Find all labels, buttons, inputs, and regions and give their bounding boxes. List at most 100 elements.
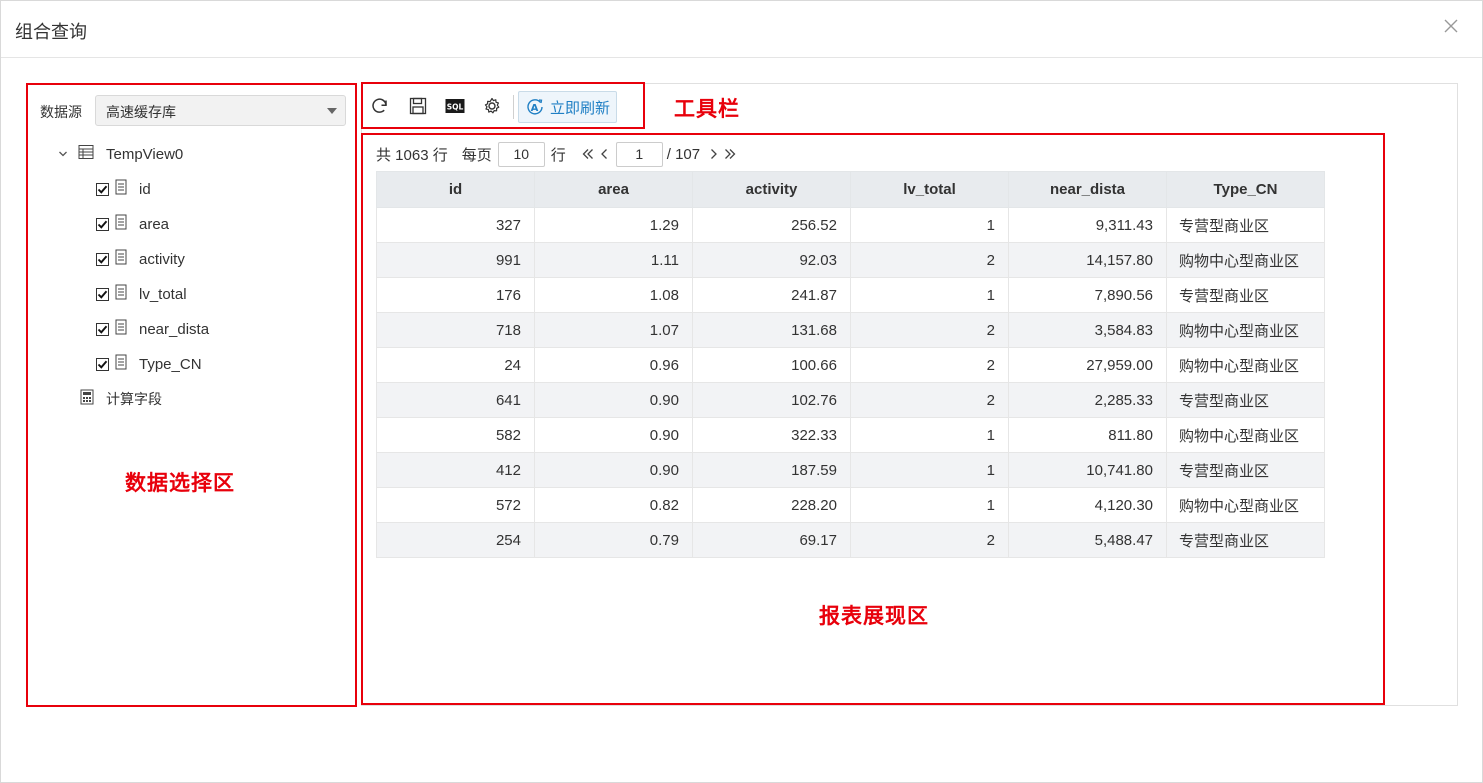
table-cell: 购物中心型商业区	[1166, 242, 1325, 278]
table-cell: 2	[850, 382, 1009, 418]
table-row[interactable]: 254 0.79 69.17 2 5,488.47 专营型商业区	[376, 522, 1325, 558]
table-row[interactable]: 641 0.90 102.76 2 2,285.33 专营型商业区	[376, 382, 1325, 418]
tree-field-id[interactable]: id	[96, 177, 151, 201]
table-cell: 322.33	[692, 417, 851, 453]
table-cell: 1.08	[534, 277, 693, 313]
gear-icon[interactable]	[482, 96, 502, 116]
table-cell: 专营型商业区	[1166, 277, 1325, 313]
tree-field-area[interactable]: area	[96, 212, 169, 236]
column-header-lv-total[interactable]: lv_total	[850, 171, 1009, 208]
table-cell: 0.90	[534, 417, 693, 453]
total-pages-label: / 107	[666, 145, 701, 163]
prev-page-icon[interactable]	[596, 144, 612, 164]
column-header-activity[interactable]: activity	[692, 171, 851, 208]
table-cell: 4,120.30	[1008, 487, 1167, 523]
datasource-select[interactable]: 高速缓存库	[95, 95, 346, 126]
table-cell: 专营型商业区	[1166, 452, 1325, 488]
chevron-down-icon	[327, 108, 337, 114]
toolbar: SQL A 立即刷新	[361, 82, 645, 129]
refresh-now-label: 立即刷新	[550, 99, 611, 117]
table-row[interactable]: 24 0.96 100.66 2 27,959.00 购物中心型商业区	[376, 347, 1325, 383]
current-page-input[interactable]	[615, 141, 663, 167]
datasource-selected-value: 高速缓存库	[106, 104, 176, 120]
table-cell: 2,285.33	[1008, 382, 1167, 418]
table-row[interactable]: 327 1.29 256.52 1 9,311.43 专营型商业区	[376, 207, 1325, 243]
field-label: Type_CN	[139, 355, 202, 373]
annotation-report: 报表展现区	[819, 605, 929, 628]
table-cell: 14,157.80	[1008, 242, 1167, 278]
table-cell: 专营型商业区	[1166, 382, 1325, 418]
table-cell: 582	[376, 417, 535, 453]
table-header-row: id area activity lv_total near_dista Typ…	[376, 171, 1325, 208]
table-cell: 102.76	[692, 382, 851, 418]
field-checkbox[interactable]	[96, 217, 109, 231]
table-cell: 1	[850, 277, 1009, 313]
table-cell: 0.90	[534, 382, 693, 418]
field-checkbox[interactable]	[96, 252, 109, 266]
field-checkbox[interactable]	[96, 287, 109, 301]
field-label: id	[139, 180, 151, 198]
refresh-now-button[interactable]: A 立即刷新	[518, 91, 617, 123]
field-checkbox[interactable]	[96, 322, 109, 336]
combined-query-dialog: 组合查询 数据源 高速缓存库 TempView0 id area activit…	[0, 0, 1483, 783]
table-cell: 641	[376, 382, 535, 418]
next-page-icon[interactable]	[706, 144, 722, 164]
table-cell: 327	[376, 207, 535, 243]
result-table: id area activity lv_total near_dista Typ…	[376, 171, 1325, 558]
field-label: near_dista	[139, 320, 210, 338]
close-icon[interactable]	[1440, 15, 1462, 37]
tree-field-near-dista[interactable]: near_dista	[96, 317, 209, 341]
table-cell: 购物中心型商业区	[1166, 487, 1325, 523]
first-page-icon[interactable]	[580, 144, 596, 164]
total-rows-label: 共 1063 行	[376, 146, 448, 164]
field-icon	[115, 319, 127, 339]
column-header-area[interactable]: area	[534, 171, 693, 208]
table-cell: 0.90	[534, 452, 693, 488]
tree-field-activity[interactable]: activity	[96, 247, 185, 271]
column-header-type-cn[interactable]: Type_CN	[1166, 171, 1325, 208]
tree-field-type-cn[interactable]: Type_CN	[96, 352, 202, 376]
chevron-down-icon[interactable]	[56, 147, 70, 161]
row-unit-label: 行	[550, 146, 566, 164]
table-cell: 176	[376, 277, 535, 313]
annotation-toolbar: 工具栏	[674, 98, 740, 121]
table-cell: 1.11	[534, 242, 693, 278]
table-row[interactable]: 572 0.82 228.20 1 4,120.30 购物中心型商业区	[376, 487, 1325, 523]
datasource-label: 数据源	[40, 104, 82, 120]
table-cell: 1.29	[534, 207, 693, 243]
table-row[interactable]: 582 0.90 322.33 1 811.80 购物中心型商业区	[376, 417, 1325, 453]
refresh-icon[interactable]	[370, 96, 390, 116]
table-cell: 0.96	[534, 347, 693, 383]
column-header-id[interactable]: id	[376, 171, 535, 208]
svg-text:SQL: SQL	[447, 103, 464, 112]
field-checkbox[interactable]	[96, 182, 109, 196]
table-cell: 购物中心型商业区	[1166, 347, 1325, 383]
table-cell: 572	[376, 487, 535, 523]
field-icon	[115, 249, 127, 269]
tree-field-lv-total[interactable]: lv_total	[96, 282, 187, 306]
table-row[interactable]: 412 0.90 187.59 1 10,741.80 专营型商业区	[376, 452, 1325, 488]
tree-node-calc-field[interactable]: 计算字段	[80, 387, 162, 411]
toolbar-separator	[513, 95, 514, 119]
auto-refresh-icon: A	[525, 97, 545, 117]
table-row[interactable]: 176 1.08 241.87 1 7,890.56 专营型商业区	[376, 277, 1325, 313]
table-cell: 购物中心型商业区	[1166, 312, 1325, 348]
per-page-label: 每页	[461, 146, 492, 164]
tree-node-table[interactable]: TempView0	[56, 142, 183, 166]
table-row[interactable]: 991 1.11 92.03 2 14,157.80 购物中心型商业区	[376, 242, 1325, 278]
report-display-area: 共 1063 行 每页 行 / 107	[361, 133, 1385, 705]
table-cell: 2	[850, 312, 1009, 348]
column-header-near-dista[interactable]: near_dista	[1008, 171, 1167, 208]
save-icon[interactable]	[408, 96, 428, 116]
dialog-title: 组合查询	[15, 22, 87, 42]
per-page-input[interactable]	[497, 141, 545, 167]
field-checkbox[interactable]	[96, 357, 109, 371]
table-name-label: TempView0	[106, 145, 184, 163]
last-page-icon[interactable]	[722, 144, 738, 164]
table-cell: 27,959.00	[1008, 347, 1167, 383]
table-row[interactable]: 718 1.07 131.68 2 3,584.83 购物中心型商业区	[376, 312, 1325, 348]
table-cell: 1	[850, 487, 1009, 523]
sql-icon[interactable]: SQL	[444, 96, 466, 116]
table-cell: 9,311.43	[1008, 207, 1167, 243]
data-selection-panel: 数据源 高速缓存库 TempView0 id area activity lv_…	[26, 83, 357, 707]
